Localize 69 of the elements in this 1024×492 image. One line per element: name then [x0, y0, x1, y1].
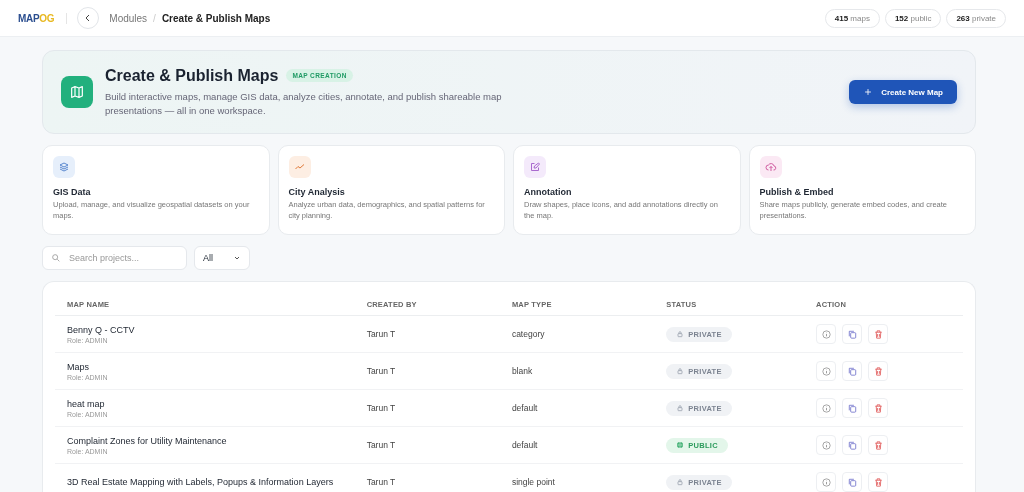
delete-button[interactable]: [868, 435, 889, 455]
trash-icon: [872, 476, 884, 488]
copy-button[interactable]: [842, 472, 863, 492]
plus-icon: [863, 87, 874, 97]
copy-icon: [846, 365, 858, 377]
card-title: City Analysis: [288, 187, 346, 197]
table-cell: Tarun T: [354, 315, 500, 353]
copy-button[interactable]: [842, 361, 863, 381]
breadcrumb-item[interactable]: Modules: [109, 12, 148, 24]
info-icon: [820, 365, 832, 377]
info-button[interactable]: [816, 324, 837, 344]
logo[interactable]: MAPOG: [18, 12, 68, 24]
search-icon: [51, 253, 61, 263]
card-title: GIS Data: [53, 187, 92, 197]
map-name: 3D Real Estate Mapping with Labels, Popups & Information Layers: [67, 477, 335, 487]
table-cell: default: [499, 389, 655, 427]
map-icon: [61, 76, 93, 108]
copy-icon: [846, 439, 858, 451]
copy-icon: [846, 402, 858, 414]
table-cell: Tarun T: [354, 352, 500, 390]
info-button[interactable]: [816, 435, 837, 455]
lock-icon: [676, 367, 685, 375]
chevron-icon: [233, 254, 241, 262]
trash-icon: [872, 439, 884, 451]
lock-icon: [676, 404, 685, 412]
copy-button[interactable]: [842, 324, 863, 344]
info-button[interactable]: [816, 398, 837, 418]
map-name: Complaint Zones for Utility Maintenance: [67, 435, 228, 446]
info-button[interactable]: [816, 472, 837, 492]
copy-button[interactable]: [842, 398, 863, 418]
create-map-button[interactable]: Create New Map: [849, 80, 957, 104]
globe-icon: [676, 441, 685, 449]
table-cell: category: [499, 315, 655, 353]
search-field[interactable]: Search projects...: [42, 246, 187, 270]
type-dropdown[interactable]: All: [194, 246, 250, 270]
copy-button[interactable]: [842, 435, 863, 455]
map-name: Maps: [67, 361, 90, 372]
copy-icon: [846, 328, 858, 340]
page-title: Create & Publish Maps: [105, 66, 279, 85]
delete-button[interactable]: [868, 361, 889, 381]
card-title: Annotation: [524, 187, 573, 197]
delete-button[interactable]: [868, 472, 889, 492]
table-cell: blank: [499, 352, 655, 390]
info-icon: [820, 476, 832, 488]
delete-button[interactable]: [868, 324, 889, 344]
page-description: Build interactive maps, manage GIS data, analyze cities, annotate, and publish shareable map presentations — all in one workspace.: [105, 89, 503, 118]
card-title: Publish & Embed: [759, 187, 835, 197]
trash-icon: [872, 328, 884, 340]
info-icon: [820, 439, 832, 451]
breadcrumb-separator: /: [153, 12, 156, 24]
table-cell: single point: [499, 463, 655, 492]
table-cell: default: [499, 426, 655, 464]
info-button[interactable]: [816, 361, 837, 381]
table-cell: Tarun T: [354, 426, 500, 464]
back-button[interactable]: [77, 7, 100, 29]
map-name: heat map: [67, 398, 106, 409]
info-icon: [820, 328, 832, 340]
info-icon: [820, 402, 832, 414]
lock-icon: [676, 478, 685, 486]
lock-icon: [676, 330, 685, 338]
table-cell: Tarun T: [354, 389, 500, 427]
copy-icon: [846, 476, 858, 488]
trash-icon: [872, 365, 884, 377]
trash-icon: [872, 402, 884, 414]
map-name: Benny Q - CCTV: [67, 324, 136, 335]
breadcrumb-item: Create & Publish Maps: [161, 12, 271, 24]
table-cell: Tarun T: [354, 463, 500, 492]
search-input[interactable]: Search projects...: [67, 252, 178, 264]
delete-button[interactable]: [868, 398, 889, 418]
